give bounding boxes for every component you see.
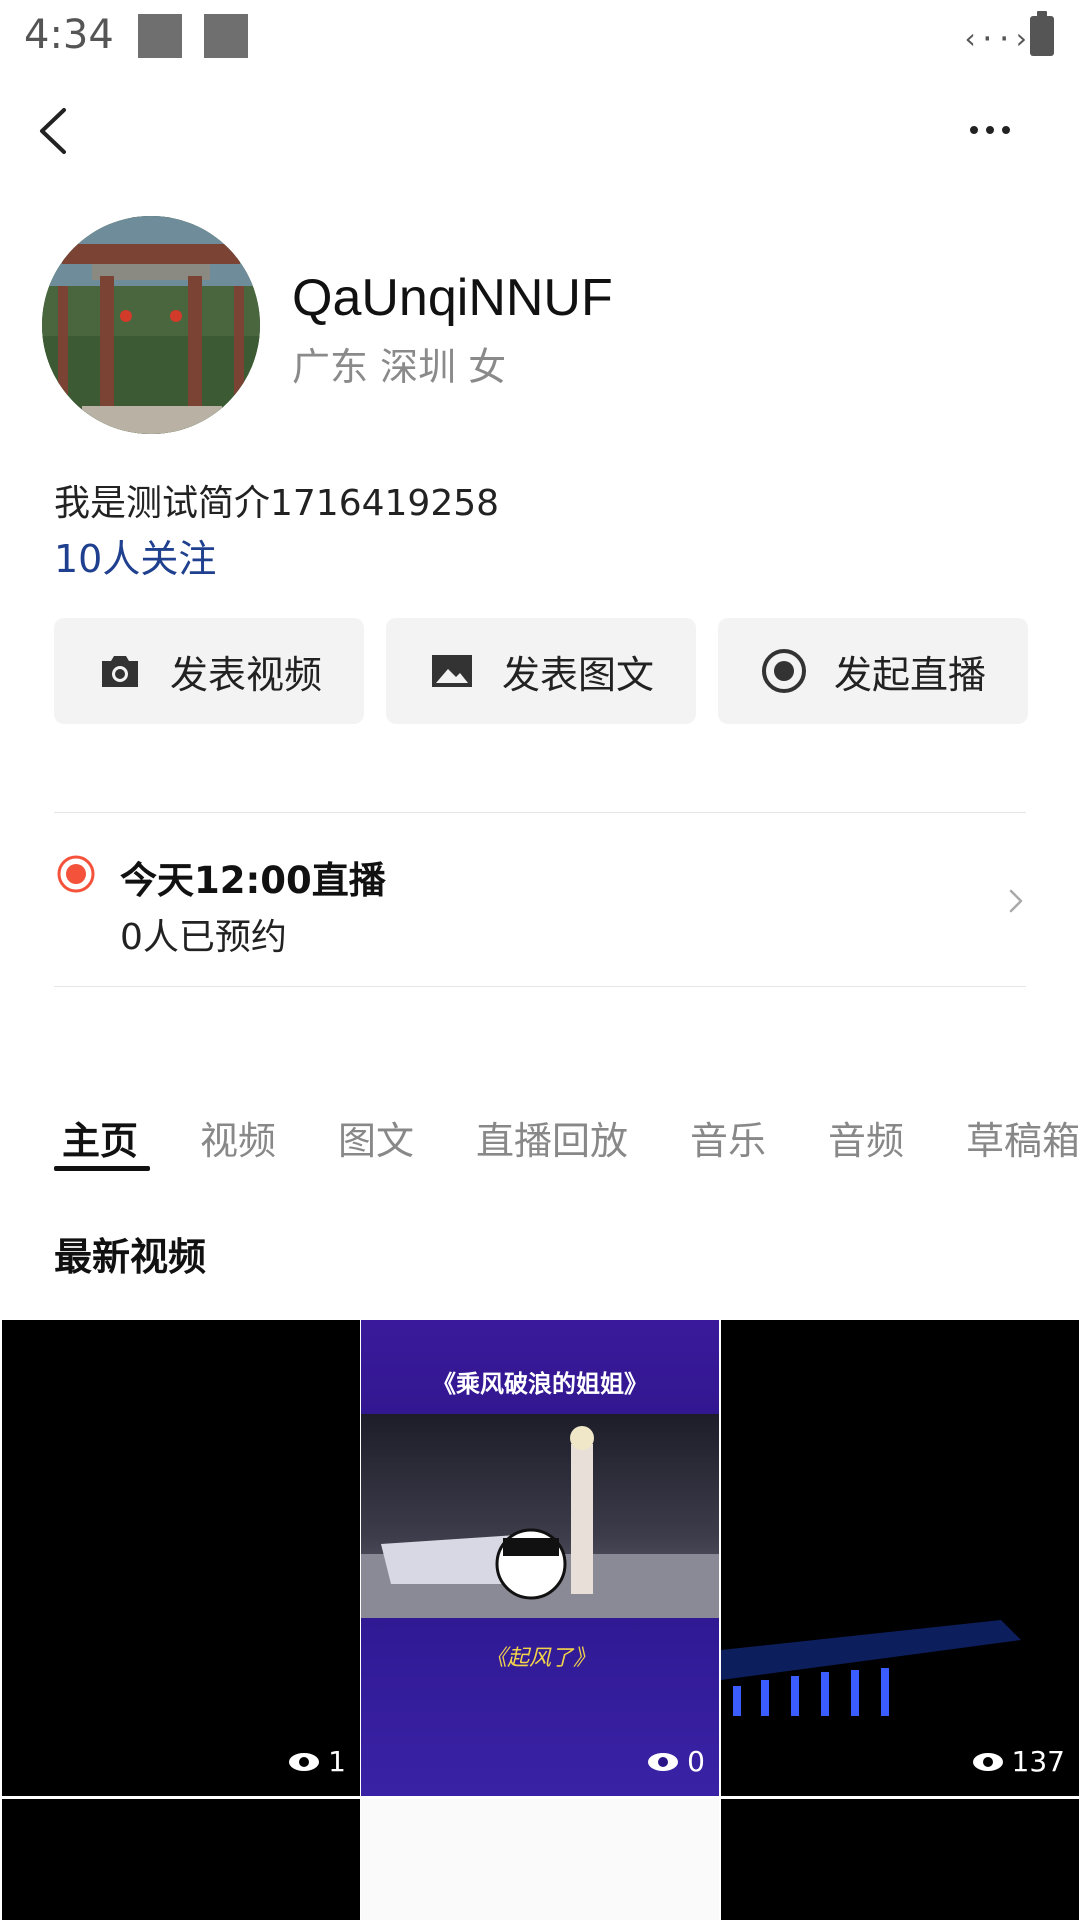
battery-icon — [1030, 11, 1054, 56]
start-live-label: 发起直播 — [833, 652, 986, 697]
view-count-value: 137 — [1011, 1745, 1065, 1778]
chevron-right-icon — [1009, 889, 1023, 913]
tab-drafts[interactable]: 草稿箱 — [966, 1110, 1080, 1165]
profile-bio: 我是测试简介1716419258 — [54, 483, 500, 524]
video-tile[interactable] — [361, 1799, 719, 1920]
avatar[interactable] — [42, 216, 260, 434]
live-reservation-count: 0人已预约 — [120, 917, 287, 958]
more-button[interactable] — [960, 110, 1020, 150]
video-tile[interactable]: 1 — [2, 1320, 360, 1796]
profile-tabs: 主页 视频 图文 直播回放 音乐 音频 草稿箱 — [0, 1104, 1080, 1174]
video-thumbnail — [721, 1320, 1079, 1796]
section-title: 最新视频 — [54, 1235, 207, 1279]
video-thumbnail-stage — [361, 1414, 719, 1618]
status-bar: 4:34 ‹··› — [0, 0, 1080, 76]
status-time: 4:34 — [24, 12, 114, 58]
eye-icon — [289, 1752, 320, 1771]
video-tile[interactable] — [2, 1799, 360, 1920]
network-icon: ‹··› — [962, 22, 1030, 55]
video-caption-top: 《乘风破浪的姐姐》 — [432, 1370, 648, 1398]
tab-audio[interactable]: 音频 — [828, 1110, 904, 1165]
live-title: 今天12:00直播 — [120, 859, 386, 902]
profile-location-gender: 广东 深圳 女 — [292, 345, 507, 389]
eye-icon — [648, 1752, 679, 1771]
notification-icon — [138, 14, 182, 58]
video-caption-bottom: 《起风了》 — [484, 1646, 595, 1671]
camera-icon — [101, 656, 138, 687]
tab-home[interactable]: 主页 — [62, 1110, 138, 1165]
eye-icon — [972, 1752, 1003, 1771]
post-video-label: 发表视频 — [169, 652, 322, 697]
chevron-left-icon — [40, 108, 66, 154]
view-count-value: 1 — [328, 1745, 346, 1778]
notification-icon — [204, 14, 248, 58]
view-count: 0 — [647, 1745, 705, 1778]
tab-videos[interactable]: 视频 — [200, 1110, 276, 1165]
video-tile[interactable]: 137 — [721, 1320, 1079, 1796]
live-reservation-row[interactable]: 今天12:00直播 0人已预约 — [54, 814, 1026, 986]
view-count: 137 — [972, 1745, 1065, 1778]
tab-articles[interactable]: 图文 — [338, 1110, 414, 1165]
post-article-button[interactable]: 发表图文 — [386, 618, 696, 724]
video-grid: 1 《乘风破浪的姐姐》 《起风了》 0 137 — [0, 1320, 1080, 1920]
followers-link[interactable]: 10人关注 — [54, 528, 216, 583]
record-icon — [761, 649, 806, 693]
avatar-image — [42, 216, 260, 434]
profile-name: QaUnqiNNUF — [292, 269, 613, 327]
more-horizontal-icon — [970, 126, 1010, 134]
active-tab-indicator — [54, 1166, 150, 1171]
back-button[interactable] — [30, 96, 80, 166]
performer-image — [361, 1426, 719, 1618]
image-icon — [431, 655, 472, 687]
tab-live-replay[interactable]: 直播回放 — [476, 1110, 628, 1165]
start-live-button[interactable]: 发起直播 — [718, 618, 1028, 724]
view-count: 1 — [288, 1745, 346, 1778]
divider — [54, 812, 1026, 813]
live-record-icon — [57, 855, 95, 893]
view-count-value: 0 — [687, 1745, 705, 1778]
video-tile[interactable] — [721, 1799, 1079, 1920]
video-tile[interactable]: 《乘风破浪的姐姐》 《起风了》 0 — [361, 1320, 719, 1796]
post-video-button[interactable]: 发表视频 — [54, 618, 364, 724]
tab-music[interactable]: 音乐 — [690, 1110, 766, 1165]
post-article-label: 发表图文 — [501, 652, 654, 697]
divider — [54, 986, 1026, 987]
